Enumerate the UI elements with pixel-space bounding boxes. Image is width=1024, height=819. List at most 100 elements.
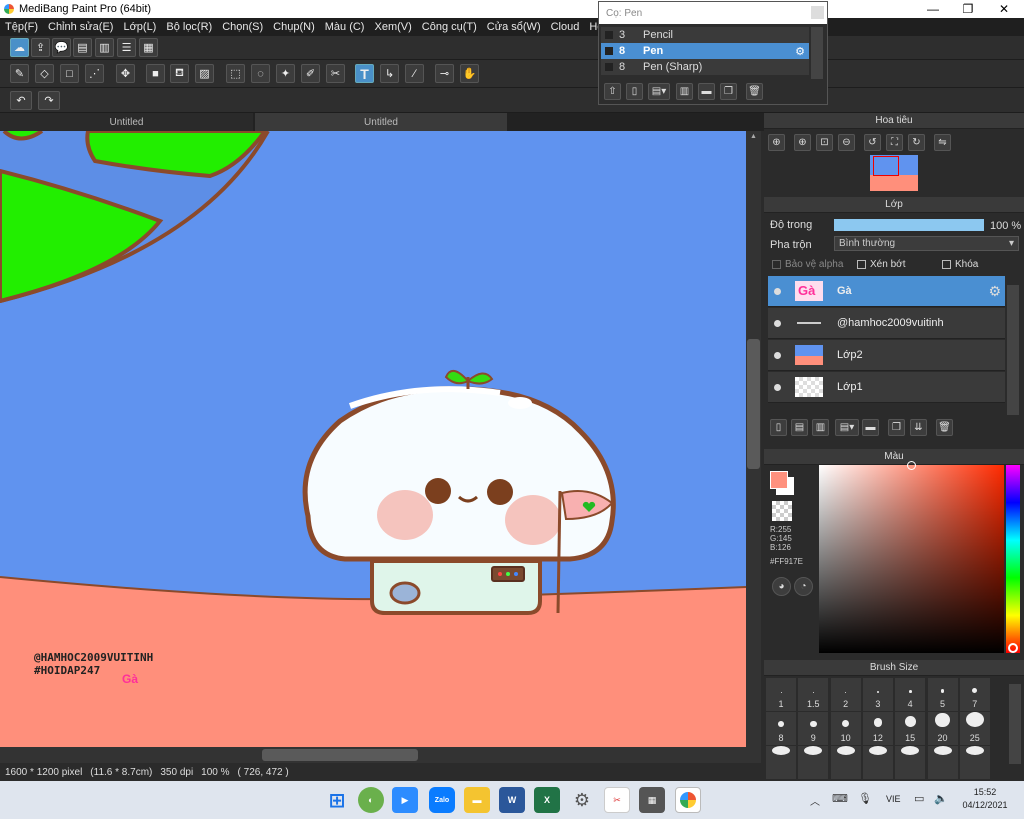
brush-size-option[interactable]: 15 xyxy=(895,712,926,745)
brush-item[interactable]: 3 Pencil xyxy=(601,27,809,43)
app-red-icon[interactable]: ✂ xyxy=(604,787,630,813)
bucket-icon[interactable]: ⛾ xyxy=(170,64,189,83)
gear-icon[interactable]: ⚙ xyxy=(795,45,805,58)
lock-checkbox[interactable]: Khóa xyxy=(942,259,978,270)
tray-chevron-up-icon[interactable]: ︿ xyxy=(810,793,820,808)
vertical-scroll-thumb[interactable] xyxy=(747,339,760,469)
brush-size-option[interactable]: 25 xyxy=(959,712,990,745)
navigator-thumbnail[interactable] xyxy=(870,155,918,191)
new-8bit-layer-icon[interactable]: ▥ xyxy=(812,419,829,436)
cloud-icon[interactable]: ☁ xyxy=(10,38,29,57)
clip-checkbox[interactable]: Xén bớt xyxy=(857,259,905,270)
brush-list-scrollbar[interactable] xyxy=(811,27,823,79)
comment-icon[interactable]: 💬 xyxy=(52,38,71,57)
select-rect-icon[interactable]: ⬚ xyxy=(226,64,245,83)
drawing-canvas[interactable]: @HAMHOC2009VUITINH #HOIDAP247 Gà xyxy=(0,131,746,747)
language-indicator[interactable]: VIE xyxy=(886,794,901,804)
layer-item-lop1[interactable]: Lớp1 xyxy=(768,372,1005,403)
transparent-color-swatch[interactable] xyxy=(772,501,792,521)
menu-window[interactable]: Cửa sổ(W) xyxy=(482,21,546,33)
hand-icon[interactable]: ✋ xyxy=(460,64,479,83)
app-green-icon[interactable]: ◐ xyxy=(358,787,384,813)
layer-folder-icon[interactable]: ▬ xyxy=(862,419,879,436)
zoom-app-icon[interactable]: ▶ xyxy=(392,787,418,813)
add-brush-icon[interactable]: ▤▾ xyxy=(648,83,670,100)
brush-size-option[interactable] xyxy=(798,746,829,779)
clock[interactable]: 15:52 04/12/2021 xyxy=(956,786,1014,812)
opacity-slider[interactable] xyxy=(834,219,984,231)
windows-start-icon[interactable]: ⊞ xyxy=(324,787,350,813)
magic-wand-icon[interactable]: ✦ xyxy=(276,64,295,83)
maximize-button[interactable]: ❐ xyxy=(950,0,986,18)
eyedropper-icon[interactable]: ⊸ xyxy=(435,64,454,83)
tab-untitled-1[interactable]: Untitled xyxy=(0,113,253,131)
menu-layer[interactable]: Lớp(L) xyxy=(118,21,161,33)
alpha-protect-checkbox[interactable]: Bảo vệ alpha xyxy=(772,259,843,270)
rectangle-icon[interactable]: □ xyxy=(60,64,79,83)
brush-icon[interactable]: ✎ xyxy=(10,64,29,83)
keyboard-icon[interactable]: ⌨ xyxy=(832,792,848,805)
layer-item-lop2[interactable]: Lớp2 xyxy=(768,340,1005,371)
add-layer-menu-icon[interactable]: ▤▾ xyxy=(835,419,859,436)
zoom-in-icon[interactable]: ⊕ xyxy=(768,134,785,151)
menu-view[interactable]: Xem(V) xyxy=(369,21,416,33)
hue-slider[interactable] xyxy=(1006,465,1020,653)
zoom-in-alt-icon[interactable]: ⊕ xyxy=(794,134,811,151)
layer-list-scrollbar[interactable] xyxy=(1007,285,1019,415)
menu-cloud[interactable]: Cloud xyxy=(546,21,585,33)
brush-size-scrollbar[interactable] xyxy=(1009,684,1021,764)
flip-icon[interactable]: ⇋ xyxy=(934,134,951,151)
new-brush-icon[interactable]: ▯ xyxy=(626,83,643,100)
brush-size-option[interactable] xyxy=(862,746,893,779)
folder-icon[interactable]: ▬ xyxy=(698,83,715,100)
undo-icon[interactable]: ↶ xyxy=(10,91,32,110)
brush-size-option[interactable] xyxy=(895,746,926,779)
grid-icon[interactable]: ▦ xyxy=(139,38,158,57)
medibang-icon[interactable] xyxy=(675,787,701,813)
select-eraser-icon[interactable]: ✂ xyxy=(326,64,345,83)
brush-size-option[interactable]: 1 xyxy=(766,678,796,711)
duplicate-layer-icon[interactable]: ❐ xyxy=(888,419,905,436)
fill-rect-icon[interactable]: ■ xyxy=(146,64,165,83)
gradient-icon[interactable]: ▨ xyxy=(195,64,214,83)
page-icon[interactable]: ▥ xyxy=(95,38,114,57)
move-icon[interactable]: ✥ xyxy=(116,64,135,83)
speaker-icon[interactable]: 🔈 xyxy=(934,792,948,805)
color-picker-cursor[interactable] xyxy=(907,461,916,470)
brush-item-selected[interactable]: 8 Pen ⚙ xyxy=(601,43,809,59)
brush-item[interactable]: 8 Pen (Sharp) xyxy=(601,59,809,75)
redo-icon[interactable]: ↷ xyxy=(38,91,60,110)
visibility-icon[interactable] xyxy=(774,319,781,327)
visibility-icon[interactable] xyxy=(774,351,781,359)
monitor-icon[interactable]: ▭ xyxy=(914,792,924,805)
palette-add-icon[interactable]: ◔ xyxy=(794,577,813,596)
microphone-icon[interactable]: 🎙 xyxy=(858,792,872,805)
layer-item-handle[interactable]: @hamhoc2009vuitinh xyxy=(768,308,1005,339)
layer-item-ga[interactable]: Gà Gà ⚙ xyxy=(768,276,1005,307)
horizontal-scroll-thumb[interactable] xyxy=(262,749,418,761)
blend-mode-select[interactable]: Bình thường ▾ xyxy=(834,236,1019,251)
close-button[interactable]: ✕ xyxy=(986,0,1022,18)
visibility-icon[interactable] xyxy=(774,383,781,391)
brush-size-option[interactable] xyxy=(927,746,958,779)
settings-gear-icon[interactable]: ⚙ xyxy=(569,787,595,813)
menu-file[interactable]: Tệp(F) xyxy=(0,21,43,33)
saturation-value-picker[interactable] xyxy=(819,461,1004,653)
rotate-right-icon[interactable]: ↻ xyxy=(908,134,925,151)
upload-icon[interactable]: ⇧ xyxy=(604,83,621,100)
canvas-vertical-scrollbar[interactable]: ▲ xyxy=(746,131,761,747)
gear-icon[interactable]: ⚙ xyxy=(988,283,1001,300)
calculator-icon[interactable]: ▦ xyxy=(639,787,665,813)
new-halftone-layer-icon[interactable]: ▤ xyxy=(791,419,808,436)
menu-color[interactable]: Màu (C) xyxy=(320,21,370,33)
visibility-icon[interactable] xyxy=(774,287,781,295)
brush-size-option[interactable]: 10 xyxy=(830,712,861,745)
brush-size-option[interactable]: 8 xyxy=(766,712,796,745)
brush-size-option[interactable]: 5 xyxy=(927,678,958,711)
brush-settings-icon[interactable]: ▥ xyxy=(676,83,693,100)
rotate-left-icon[interactable]: ↺ xyxy=(864,134,881,151)
operation-icon[interactable]: ↳ xyxy=(380,64,399,83)
fullscreen-icon[interactable]: ⛶ xyxy=(886,134,903,151)
dot-brush-icon[interactable]: ⋰ xyxy=(85,64,104,83)
copy-icon[interactable]: ❐ xyxy=(720,83,737,100)
